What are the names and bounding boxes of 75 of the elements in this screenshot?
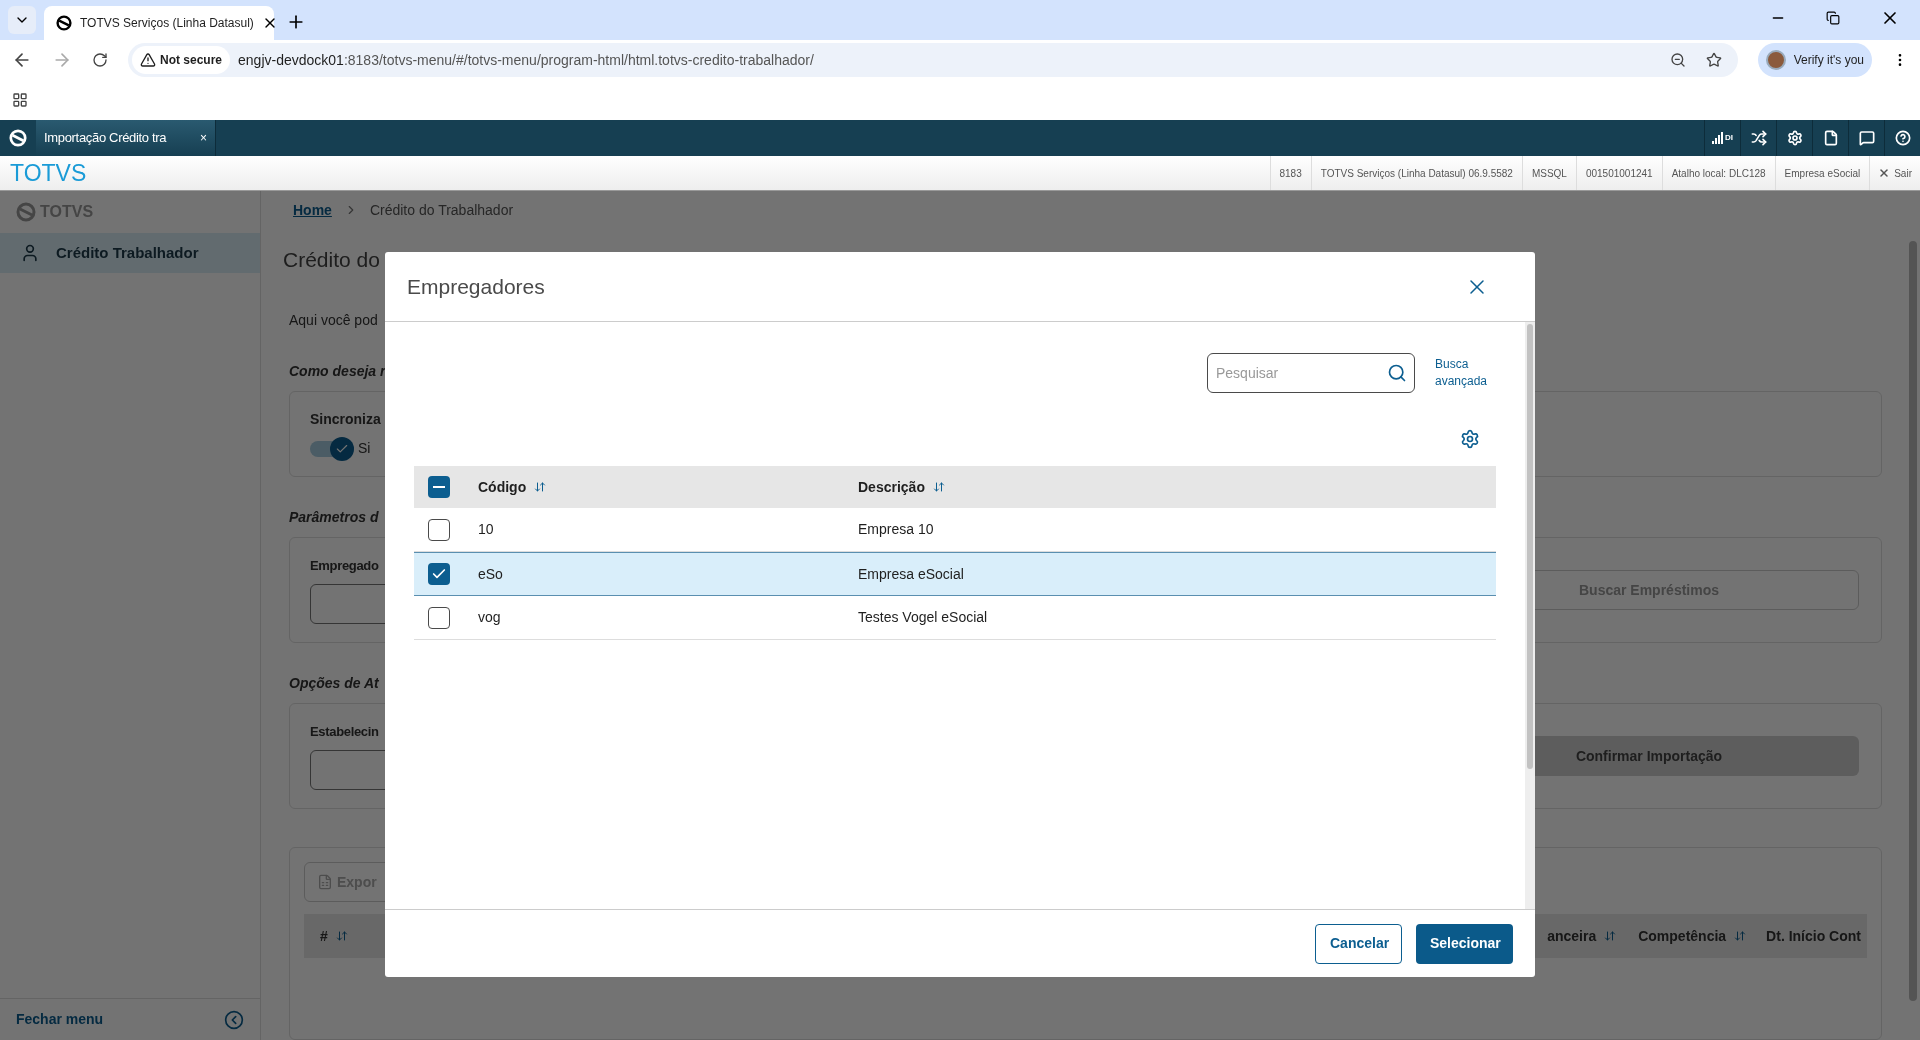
apps-icon[interactable]: [12, 92, 28, 108]
signal-label: DI: [1725, 132, 1733, 144]
field-label: Estabelecin: [310, 723, 379, 742]
shuffle-icon[interactable]: [1750, 130, 1767, 146]
select-button[interactable]: Selecionar: [1416, 923, 1513, 964]
section-heading: Parâmetros d: [289, 507, 379, 527]
app-tab-label: Importação Crédito tra: [44, 129, 167, 148]
settings-icon[interactable]: [1460, 429, 1480, 449]
checkbox[interactable]: [428, 606, 450, 629]
toggle-label: Sincroniza: [310, 410, 381, 429]
avatar-icon: [1765, 50, 1786, 70]
status-info: MSSQL: [1521, 156, 1576, 190]
bookmark-star-icon[interactable]: [1705, 52, 1722, 68]
minus-icon: [433, 486, 445, 488]
spreadsheet-icon: [317, 874, 333, 890]
column-header[interactable]: Código: [478, 476, 858, 498]
column-header[interactable]: Descrição: [858, 476, 945, 498]
app-tab[interactable]: Importação Crédito tra ×: [36, 120, 216, 156]
logout-link[interactable]: Sair: [1869, 156, 1920, 190]
breadcrumb-current: Crédito do Trabalhador: [369, 200, 514, 220]
intro-text: Aqui você pod: [289, 311, 378, 330]
cancel-button[interactable]: Cancelar: [1315, 923, 1402, 964]
close-button[interactable]: ×: [200, 129, 207, 147]
table-cell-text: Empresa 10: [858, 520, 934, 539]
status-info: TOTVS Serviços (Linha Datasul) 06.9.5582: [1310, 156, 1522, 190]
collapse-icon[interactable]: [224, 1009, 244, 1030]
warning-icon: [140, 52, 156, 68]
restore-icon[interactable]: [1826, 11, 1840, 25]
search-field[interactable]: Pesquisar: [1207, 353, 1415, 393]
table-row[interactable]: vog Testes Vogel eSocial: [414, 596, 1496, 640]
brand-name: TOTVS: [10, 158, 87, 188]
url-path: :8183/totvs-menu/#/totvs-menu/program-html/html.totvs-credito-trabalhador/: [343, 50, 814, 70]
table-row[interactable]: eSo Empresa eSocial: [414, 552, 1496, 596]
table-cell-text: Testes Vogel eSocial: [858, 608, 988, 627]
address-bar[interactable]: Not secure engjv-devdock01:8183/totvs-menu/#/totvs-menu/program-html/html.totvs-credito-trabalhador/: [128, 43, 1738, 77]
logo-icon: [16, 202, 36, 222]
tab-title: TOTVS Serviços (Linha Datasul): [80, 15, 254, 32]
reload-icon[interactable]: [92, 52, 108, 68]
sort-icon[interactable]: [335, 930, 348, 942]
sort-icon[interactable]: [932, 481, 945, 493]
checkbox[interactable]: [428, 518, 450, 541]
checkbox[interactable]: [428, 476, 450, 498]
status-info: 001501001241: [1575, 156, 1662, 190]
sort-icon[interactable]: [1604, 930, 1617, 942]
checkbox[interactable]: [428, 563, 450, 585]
table-cell-text: eSo: [478, 564, 504, 584]
sort-icon[interactable]: [534, 481, 547, 493]
chat-icon[interactable]: [1858, 130, 1875, 146]
sort-icon[interactable]: [1734, 930, 1747, 942]
status-info: 8183: [1269, 156, 1311, 190]
security-chip[interactable]: Not secure: [132, 46, 231, 74]
page-title: Crédito do: [283, 247, 380, 274]
tab-list-button[interactable]: [8, 6, 36, 34]
url-host: engjv-devdock01: [238, 50, 344, 70]
dialog-title: Empregadores: [407, 273, 545, 300]
help-icon[interactable]: [1894, 130, 1911, 146]
table-cell-text: 10: [478, 520, 495, 539]
browser-tab[interactable]: TOTVS Serviços (Linha Datasul): [44, 6, 274, 40]
status-info: Atalho local: DLC128: [1661, 156, 1775, 190]
search-icon[interactable]: [1387, 363, 1407, 383]
close-icon: [1878, 167, 1891, 179]
profile-button[interactable]: Verify it's you: [1757, 43, 1872, 77]
logo-icon: [9, 129, 27, 147]
table-cell-text: vog: [478, 608, 502, 627]
section-heading: Opções de At: [289, 673, 379, 693]
advanced-search-link[interactable]: Busca avançada: [1435, 356, 1491, 390]
signal-icon: [1712, 132, 1724, 144]
field-label: Empregado: [310, 557, 379, 576]
table-cell-text: Empresa eSocial: [858, 564, 964, 584]
toggle-text: Si: [358, 439, 371, 458]
user-icon: [20, 243, 40, 263]
file-icon[interactable]: [1822, 130, 1839, 146]
status-info: Empresa eSocial: [1774, 156, 1870, 190]
zoom-icon[interactable]: [1669, 52, 1686, 68]
tab-favicon-icon: [56, 15, 72, 31]
